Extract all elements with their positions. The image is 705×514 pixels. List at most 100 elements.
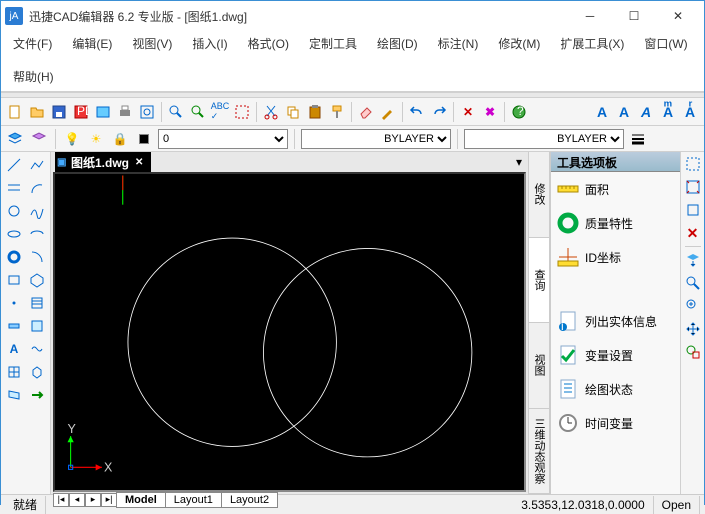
document-tab[interactable]: 图纸1.dwg✕: [55, 152, 151, 173]
panel-item-var[interactable]: 变量设置: [551, 338, 680, 372]
zoom-selected-button[interactable]: [683, 342, 703, 362]
bulb-icon[interactable]: 💡: [62, 129, 82, 149]
panel-item-time[interactable]: 时间变量: [551, 406, 680, 440]
vtab-modify[interactable]: 修改: [529, 152, 549, 238]
save-button[interactable]: [49, 102, 69, 122]
layer-down-button[interactable]: [683, 250, 703, 270]
pdf-button[interactable]: PDF: [71, 102, 91, 122]
minimize-button[interactable]: ─: [568, 2, 612, 30]
find-button[interactable]: [166, 102, 186, 122]
linetype-select[interactable]: BYLAYER: [464, 129, 624, 149]
replace-button[interactable]: [188, 102, 208, 122]
ellipse-tool[interactable]: [3, 223, 25, 245]
multiline-tool[interactable]: [3, 177, 25, 199]
paste-button[interactable]: [305, 102, 325, 122]
panel-item-list[interactable]: i列出实体信息: [551, 304, 680, 338]
new-button[interactable]: [5, 102, 25, 122]
image-button[interactable]: [93, 102, 113, 122]
delete-button[interactable]: ✕: [458, 102, 478, 122]
zoom-button[interactable]: [683, 296, 703, 316]
menu-edit[interactable]: 编辑(E): [68, 33, 116, 54]
text-style-4[interactable]: Aͫ: [658, 102, 678, 122]
zoom-window-button[interactable]: [683, 154, 703, 174]
preview-button[interactable]: [137, 102, 157, 122]
point-tool[interactable]: [3, 292, 25, 314]
print-button[interactable]: [115, 102, 135, 122]
panel-item-id[interactable]: ID坐标: [551, 240, 680, 274]
zoom-realtime-button[interactable]: [683, 273, 703, 293]
boundary-tool[interactable]: [26, 315, 48, 337]
menu-window[interactable]: 窗口(W): [640, 33, 691, 54]
lock-icon[interactable]: 🔒: [110, 129, 130, 149]
hatch-tool[interactable]: [26, 292, 48, 314]
text-style-1[interactable]: A: [592, 102, 612, 122]
vtab-3dorbit[interactable]: 三维动态观察: [529, 409, 549, 495]
layer-select[interactable]: 0: [158, 129, 288, 149]
layer-manager-button[interactable]: [5, 129, 25, 149]
3d-tool[interactable]: [26, 361, 48, 383]
panel-item-drawstate[interactable]: 绘图状态: [551, 372, 680, 406]
menu-extend-tools[interactable]: 扩展工具(X): [556, 33, 628, 54]
rectangle-tool[interactable]: [3, 269, 25, 291]
layout-tab-1[interactable]: Layout1: [165, 492, 222, 508]
menu-custom-tools[interactable]: 定制工具: [305, 33, 361, 54]
text-tool[interactable]: A: [3, 338, 25, 360]
brush-button[interactable]: [378, 102, 398, 122]
open-button[interactable]: [27, 102, 47, 122]
delete-x-button[interactable]: ✕: [683, 223, 703, 243]
menu-modify[interactable]: 修改(M): [494, 33, 544, 54]
panel-item-mass[interactable]: 质量特性: [551, 206, 680, 240]
redo-button[interactable]: [429, 102, 449, 122]
menu-format[interactable]: 格式(O): [244, 33, 293, 54]
region-tool[interactable]: [3, 315, 25, 337]
menu-file[interactable]: 文件(F): [9, 33, 56, 54]
panel-item-area[interactable]: 面积: [551, 172, 680, 206]
color-swatch[interactable]: [134, 129, 154, 149]
revcloud-tool[interactable]: [26, 338, 48, 360]
erase-button[interactable]: [356, 102, 376, 122]
spline-tool[interactable]: [26, 200, 48, 222]
menu-dimension[interactable]: 标注(N): [434, 33, 483, 54]
copy-button[interactable]: [283, 102, 303, 122]
menu-draw[interactable]: 绘图(D): [373, 33, 422, 54]
face-tool[interactable]: [3, 384, 25, 406]
ellipse-arc-tool[interactable]: [26, 223, 48, 245]
pan-button[interactable]: [683, 319, 703, 339]
color-select[interactable]: BYLAYER: [301, 129, 451, 149]
ring-tool[interactable]: [3, 246, 25, 268]
help-icon-button[interactable]: ?: [509, 102, 529, 122]
arc-tool[interactable]: [26, 177, 48, 199]
menu-insert[interactable]: 插入(I): [188, 33, 231, 54]
sun-icon[interactable]: ☀: [86, 129, 106, 149]
cross-button[interactable]: ✖: [480, 102, 500, 122]
spellcheck-button[interactable]: ABC✓: [210, 102, 230, 122]
cut-button[interactable]: [261, 102, 281, 122]
arc2-tool[interactable]: [26, 246, 48, 268]
layout-tab-2[interactable]: Layout2: [221, 492, 278, 508]
drawing-canvas[interactable]: X Y: [53, 172, 526, 492]
layer-states-button[interactable]: [29, 129, 49, 149]
select-button[interactable]: [232, 102, 252, 122]
menu-help[interactable]: 帮助(H): [9, 66, 58, 87]
vtab-view[interactable]: 视图: [529, 323, 549, 409]
format-paint-button[interactable]: [327, 102, 347, 122]
circle-tool[interactable]: [3, 200, 25, 222]
close-tab-icon[interactable]: ✕: [135, 157, 143, 168]
polygon-tool[interactable]: [26, 269, 48, 291]
layout-tab-model[interactable]: Model: [116, 492, 166, 508]
convert-tool[interactable]: [26, 384, 48, 406]
undo-button[interactable]: [407, 102, 427, 122]
text-style-5[interactable]: Aͬ: [680, 102, 700, 122]
block-tool[interactable]: [3, 361, 25, 383]
line-tool[interactable]: [3, 154, 25, 176]
tab-dropdown-icon[interactable]: ▾: [510, 155, 528, 169]
text-style-2[interactable]: A: [614, 102, 634, 122]
zoom-box-button[interactable]: [683, 200, 703, 220]
close-button[interactable]: ✕: [656, 2, 700, 30]
polyline-tool[interactable]: [26, 154, 48, 176]
menu-view[interactable]: 视图(V): [128, 33, 176, 54]
text-style-3[interactable]: A: [636, 102, 656, 122]
lineweight-button[interactable]: [628, 129, 648, 149]
maximize-button[interactable]: ☐: [612, 2, 656, 30]
zoom-extents-button[interactable]: [683, 177, 703, 197]
